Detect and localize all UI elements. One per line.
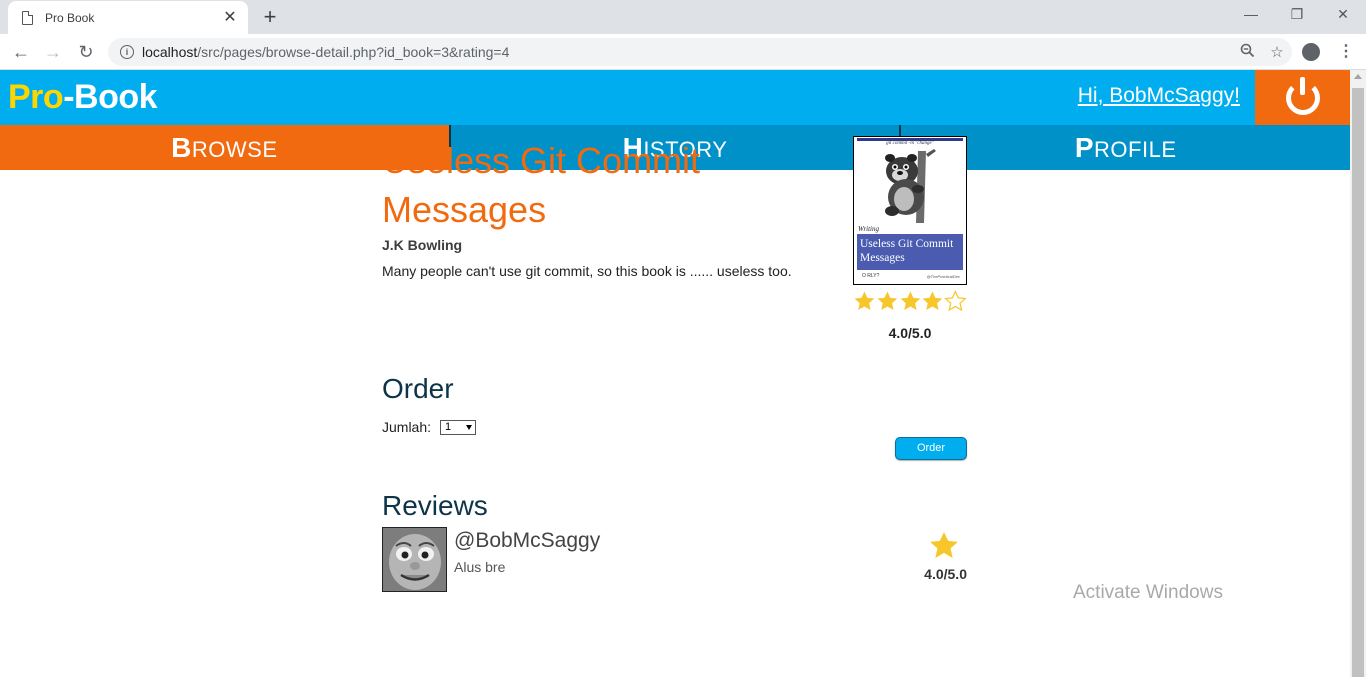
tab-profile-label: PROFILE: [1074, 131, 1177, 163]
order-heading: Order: [382, 373, 454, 404]
star-filled-icon: [854, 291, 875, 311]
browser-toolbar: ← → ↻ i localhost/src/pages/browse-detai…: [0, 34, 1366, 70]
address-bar[interactable]: i localhost/src/pages/browse-detail.php?…: [108, 38, 1292, 66]
star-filled-icon: [922, 291, 943, 311]
browser-tab[interactable]: Pro Book ✕: [8, 1, 248, 34]
tab-browse-label: BROWSE: [171, 131, 278, 163]
star-filled-icon: [877, 291, 898, 311]
bookmark-star-icon[interactable]: ☆: [1262, 43, 1292, 61]
back-icon[interactable]: ←: [9, 40, 33, 64]
site-header: Pro-Book Hi, BobMcSaggy!: [0, 70, 1350, 125]
book-cover: git commit -m "change" Writing Useless G…: [853, 136, 967, 285]
close-tab-icon[interactable]: ✕: [222, 9, 238, 26]
user-greeting-link[interactable]: Hi, BobMcSaggy!: [1078, 84, 1240, 108]
zoom-icon[interactable]: [1232, 43, 1262, 62]
minimize-icon[interactable]: —: [1236, 4, 1266, 24]
power-icon: [1285, 76, 1320, 115]
logo[interactable]: Pro-Book: [8, 78, 158, 117]
page-icon: [22, 10, 33, 25]
reload-icon[interactable]: ↻: [74, 40, 98, 64]
book-title: Useless Git Commit Messages: [382, 140, 701, 230]
restore-icon[interactable]: ❐: [1282, 4, 1312, 24]
profile-icon[interactable]: [1302, 43, 1320, 61]
review-username: @BobMcSaggy: [454, 529, 601, 552]
close-window-icon[interactable]: ✕: [1328, 4, 1358, 24]
quantity-label: Jumlah:: [382, 419, 432, 435]
order-button[interactable]: Order: [895, 437, 967, 460]
scroll-up-icon[interactable]: [1354, 74, 1362, 79]
browser-tabstrip: Pro Book ✕ + — ❐ ✕: [0, 0, 1366, 34]
book-author: J.K Bowling: [382, 237, 463, 253]
review-comment: Alus bre: [454, 559, 506, 575]
avatar: [382, 527, 447, 592]
review-rating-text: 4.0/5.0: [924, 566, 967, 582]
info-icon[interactable]: i: [120, 45, 134, 59]
bear-illustration: [885, 149, 936, 223]
star-icon: [930, 532, 958, 558]
book-rating-stars: [853, 290, 967, 316]
new-tab-icon[interactable]: +: [258, 5, 282, 29]
star-filled-icon: [900, 291, 920, 311]
url-text: localhost/src/pages/browse-detail.php?id…: [142, 44, 510, 60]
chevron-down-icon: [466, 425, 472, 430]
book-rating-text: 4.0/5.0: [888, 325, 932, 341]
menu-icon[interactable]: ⋮: [1338, 41, 1354, 61]
scrollbar-thumb[interactable]: [1352, 88, 1364, 677]
forward-icon[interactable]: →: [41, 40, 65, 64]
scrollbar[interactable]: [1350, 70, 1366, 677]
tab-title: Pro Book: [45, 10, 95, 25]
logout-button[interactable]: [1255, 70, 1350, 125]
book-description: Many people can't use git commit, so thi…: [382, 263, 792, 279]
reviews-heading: Reviews: [382, 490, 488, 521]
star-empty-icon: [944, 290, 967, 312]
quantity-select[interactable]: 1: [440, 420, 476, 435]
activate-windows-watermark: Activate Windows: [1073, 582, 1223, 603]
